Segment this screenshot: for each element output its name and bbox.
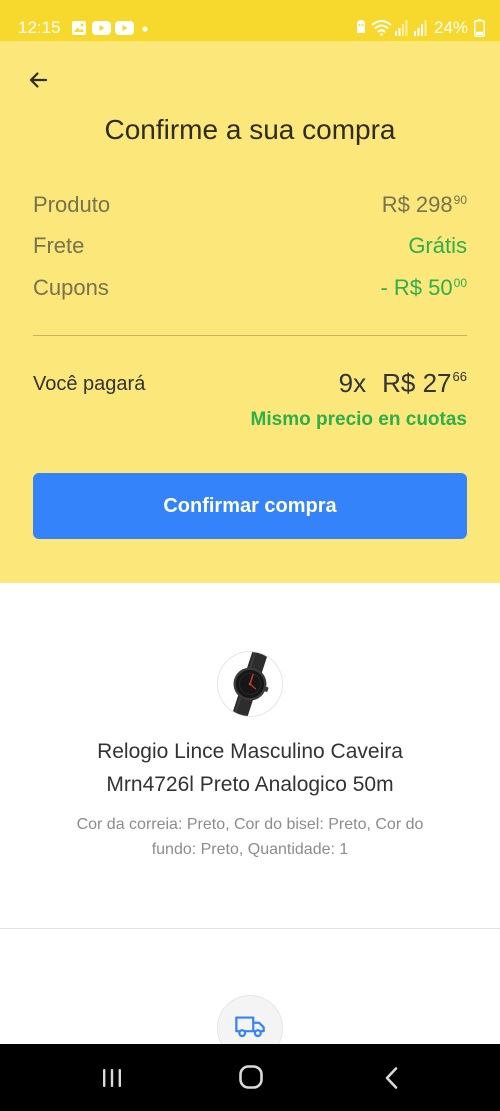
product-price-value: R$ 29890	[382, 190, 467, 220]
wifi-icon	[371, 20, 392, 36]
youtube-icon	[92, 21, 111, 35]
battery-percentage: 24%	[434, 18, 469, 37]
total-label: Você pagará	[33, 373, 146, 395]
summary-divider	[33, 335, 467, 336]
arrow-left-icon	[29, 72, 48, 88]
total-amount: 9x R$ 2766	[339, 366, 467, 400]
coupons-value: - R$ 5000	[380, 273, 467, 303]
youtube-icon	[115, 21, 134, 35]
coupons-cents: 00	[453, 276, 467, 290]
status-time: 12:15	[18, 18, 61, 37]
notification-dot-icon	[142, 26, 148, 32]
signal-icon	[414, 20, 427, 36]
shipping-label: Frete	[33, 233, 85, 258]
home-icon[interactable]	[238, 1064, 264, 1090]
product-attributes-line: fundo: Preto, Quantidade: 1	[151, 841, 349, 858]
product-details-section: Relogio Lince Masculino Caveira Mrn4726l…	[0, 583, 500, 1044]
product-title-line: Relogio Lince Masculino Caveira	[97, 740, 403, 763]
signal-icon	[395, 20, 408, 36]
installments-count: 9x	[338, 368, 367, 398]
battery-fill	[476, 31, 483, 35]
installment-amount: R$ 27	[382, 368, 452, 398]
status-app-icon	[357, 20, 365, 33]
truck-icon	[235, 1016, 265, 1038]
product-title-line: Mrn4726l Preto Analogico 50m	[106, 773, 394, 796]
wristwatch-icon	[232, 652, 269, 716]
shipping-value: Grátis	[408, 233, 467, 258]
installments-note: Mismo precio en cuotas	[250, 409, 467, 430]
coupons-label: Cupons	[33, 275, 109, 300]
recent-apps-icon[interactable]	[100, 1067, 124, 1089]
purchase-summary-panel: Confirme a sua compra Produto R$ 29890 F…	[0, 41, 500, 583]
section-divider	[0, 928, 500, 929]
battery-icon	[474, 19, 485, 37]
back-icon[interactable]	[383, 1066, 401, 1090]
installment-cents: 66	[452, 369, 467, 384]
product-price-cents: 90	[453, 193, 467, 207]
gallery-icon	[72, 21, 86, 35]
confirm-purchase-label: Confirmar compra	[163, 494, 337, 517]
coupons-amount: - R$ 50	[380, 275, 453, 300]
product-price-amount: R$ 298	[381, 192, 453, 217]
product-attributes-line: Cor da correia: Preto, Cor do bisel: Pre…	[76, 816, 424, 833]
confirm-purchase-button[interactable]: Confirmar compra	[33, 473, 467, 539]
page-title: Confirme a sua compra	[104, 114, 396, 145]
product-image	[217, 651, 283, 717]
status-bar: 12:15 24%	[0, 0, 500, 41]
system-navigation-bar	[0, 1044, 500, 1111]
shipping-icon-badge	[217, 995, 283, 1044]
product-price-label: Produto	[33, 192, 111, 217]
back-button[interactable]	[24, 66, 52, 94]
